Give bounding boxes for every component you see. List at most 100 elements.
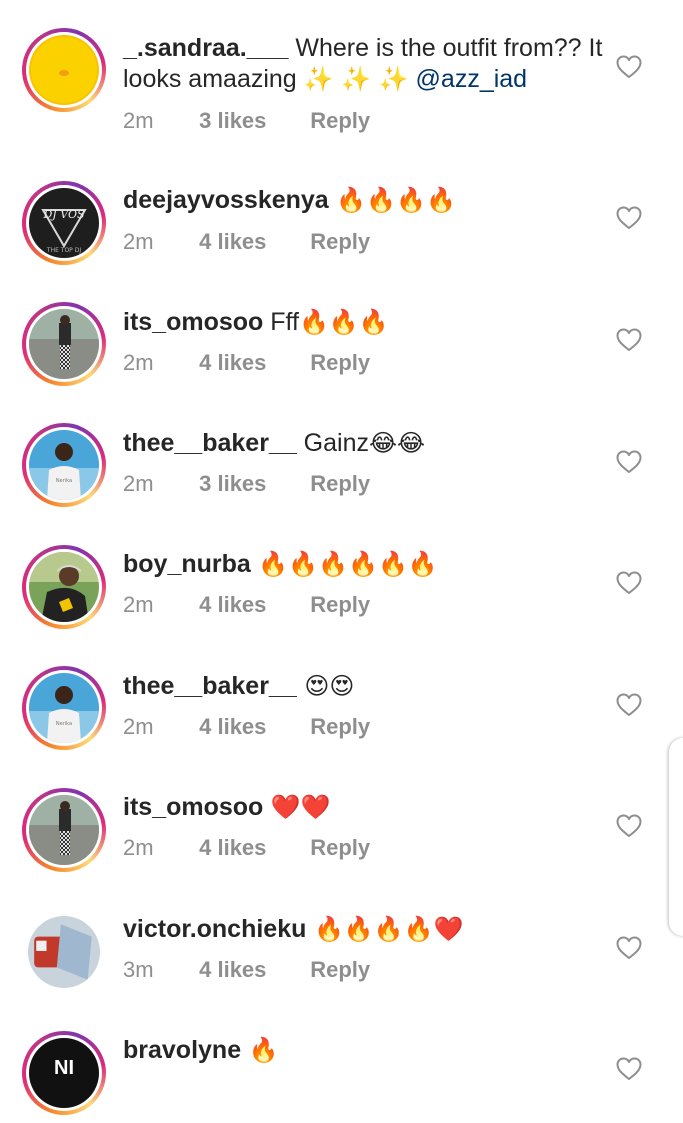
story-ring[interactable]: Nerika — [22, 423, 106, 507]
heart-outline-icon — [616, 1057, 642, 1080]
comment-username[interactable]: its_omosoo — [123, 793, 263, 821]
comment-likes-link[interactable]: 3 likes — [199, 471, 304, 497]
reply-button[interactable]: Reply — [310, 471, 370, 497]
comment-emoji: 🔥🔥🔥🔥 — [328, 186, 456, 214]
like-comment-button[interactable] — [616, 450, 642, 474]
heart-outline-icon — [616, 328, 642, 351]
story-ring[interactable] — [22, 788, 106, 872]
person-beach-avatar-icon: Nerika — [29, 673, 99, 743]
comment-text: boy_nurba 🔥🔥🔥🔥🔥🔥 — [123, 549, 613, 580]
avatar[interactable] — [29, 35, 99, 105]
comment-time: 2m — [123, 592, 154, 617]
avatar[interactable] — [29, 795, 99, 865]
person-road-avatar-icon — [29, 309, 99, 379]
reply-button[interactable]: Reply — [310, 229, 370, 255]
comment-emoji: 🔥🔥🔥 — [298, 308, 389, 336]
reply-button[interactable]: Reply — [310, 957, 370, 983]
reply-button[interactable]: Reply — [310, 350, 370, 376]
comment-username[interactable]: deejayvosskenya — [123, 186, 329, 214]
comment-meta: 2m 4 likes Reply — [123, 714, 370, 740]
svg-text:Nerika: Nerika — [56, 721, 72, 727]
heart-outline-icon — [616, 936, 642, 959]
comment-username[interactable]: victor.onchieku — [123, 915, 306, 943]
like-comment-button[interactable] — [616, 936, 642, 960]
comment-likes-link[interactable]: 4 likes — [199, 350, 304, 376]
like-comment-button[interactable] — [616, 814, 642, 838]
reply-button[interactable]: Reply — [310, 835, 370, 861]
yellow-avatar-icon — [29, 35, 99, 105]
comment-meta: 2m 3 likes Reply — [123, 108, 370, 134]
avatar[interactable]: NI — [29, 1038, 99, 1108]
comment-item: boy_nurba 🔥🔥🔥🔥🔥🔥 2m 4 likes Reply — [0, 516, 683, 637]
heart-outline-icon — [616, 571, 642, 594]
avatar-wrapper[interactable] — [22, 910, 106, 994]
comment-time: 2m — [123, 229, 154, 254]
comment-item: DJ VOS THE TOP DJ deejayvosskenya 🔥🔥🔥🔥 2… — [0, 152, 683, 273]
like-comment-button[interactable] — [616, 571, 642, 595]
avatar[interactable] — [28, 916, 100, 988]
comment-username[interactable]: bravolyne — [123, 1036, 241, 1064]
heart-outline-icon — [616, 206, 642, 229]
comment-item: its_omosoo Fff🔥🔥🔥 2m 4 likes Reply — [0, 274, 683, 395]
comment-likes-link[interactable]: 4 likes — [199, 592, 304, 618]
side-panel-handle[interactable] — [669, 738, 683, 936]
like-comment-button[interactable] — [616, 1057, 642, 1081]
heart-outline-icon — [616, 450, 642, 473]
comment-username[interactable]: thee__baker__ — [123, 672, 297, 700]
avatar[interactable]: Nerika — [29, 673, 99, 743]
comment-time: 2m — [123, 714, 154, 739]
comment-username[interactable]: boy_nurba — [123, 550, 251, 578]
comment-emoji: ❤️❤️ — [263, 793, 331, 821]
black-logo-avatar-icon: NI — [29, 1038, 99, 1108]
comment-item: its_omosoo ❤️❤️ 2m 4 likes Reply — [0, 759, 683, 880]
comment-text: victor.onchieku 🔥🔥🔥🔥❤️ — [123, 914, 613, 945]
comment-likes-link[interactable]: 3 likes — [199, 108, 304, 134]
avatar[interactable]: Nerika — [29, 430, 99, 500]
comment-emoji: 😂😂 — [369, 429, 426, 457]
comment-likes-link[interactable]: 4 likes — [199, 229, 304, 255]
comment-likes-link[interactable]: 4 likes — [199, 835, 304, 861]
like-comment-button[interactable] — [616, 206, 642, 230]
story-ring[interactable] — [22, 28, 106, 112]
comment-likes-link[interactable]: 4 likes — [199, 714, 304, 740]
comment-item: victor.onchieku 🔥🔥🔥🔥❤️ 3m 4 likes Reply — [0, 881, 683, 1002]
comment-username[interactable]: thee__baker__ — [123, 429, 297, 457]
avatar[interactable] — [29, 552, 99, 622]
comment-likes-link[interactable]: 4 likes — [199, 957, 304, 983]
comment-body: Gainz — [296, 429, 369, 457]
person-beach-avatar-icon: Nerika — [29, 430, 99, 500]
svg-text:DJ VOS: DJ VOS — [42, 208, 84, 221]
comment-item: NI bravolyne 🔥 — [0, 1002, 683, 1123]
story-ring[interactable]: DJ VOS THE TOP DJ — [22, 181, 106, 265]
comment-time: 2m — [123, 108, 154, 133]
comment-emoji: 🔥 — [241, 1036, 279, 1064]
story-ring[interactable]: Nerika — [22, 666, 106, 750]
comment-time: 2m — [123, 471, 154, 496]
comment-time: 2m — [123, 350, 154, 375]
comment-text: _.sandraa.___ Where is the outfit from??… — [123, 33, 613, 95]
like-comment-button[interactable] — [616, 693, 642, 717]
like-comment-button[interactable] — [616, 328, 642, 352]
comment-meta: 2m 3 likes Reply — [123, 471, 370, 497]
avatar[interactable]: DJ VOS THE TOP DJ — [29, 188, 99, 258]
heart-outline-icon — [616, 693, 642, 716]
comment-time: 2m — [123, 835, 154, 860]
comment-text: its_omosoo ❤️❤️ — [123, 792, 613, 823]
comment-meta: 2m 4 likes Reply — [123, 592, 370, 618]
story-ring[interactable] — [22, 545, 106, 629]
comment-username[interactable]: its_omosoo — [123, 308, 263, 336]
reply-button[interactable]: Reply — [310, 108, 370, 134]
reply-button[interactable]: Reply — [310, 592, 370, 618]
avatar[interactable] — [29, 309, 99, 379]
comment-text: its_omosoo Fff🔥🔥🔥 — [123, 307, 613, 338]
svg-text:THE TOP DJ: THE TOP DJ — [46, 247, 81, 254]
story-ring[interactable] — [22, 302, 106, 386]
comment-emoji: 🔥🔥🔥🔥🔥🔥 — [250, 550, 438, 578]
like-comment-button[interactable] — [616, 55, 642, 79]
comment-meta: 2m 4 likes Reply — [123, 835, 370, 861]
reply-button[interactable]: Reply — [310, 714, 370, 740]
story-ring[interactable]: NI — [22, 1031, 106, 1115]
comment-text: deejayvosskenya 🔥🔥🔥🔥 — [123, 185, 613, 216]
comment-username[interactable]: _.sandraa.___ — [123, 34, 288, 62]
comment-mention-link[interactable]: @azz_iad — [416, 65, 528, 93]
